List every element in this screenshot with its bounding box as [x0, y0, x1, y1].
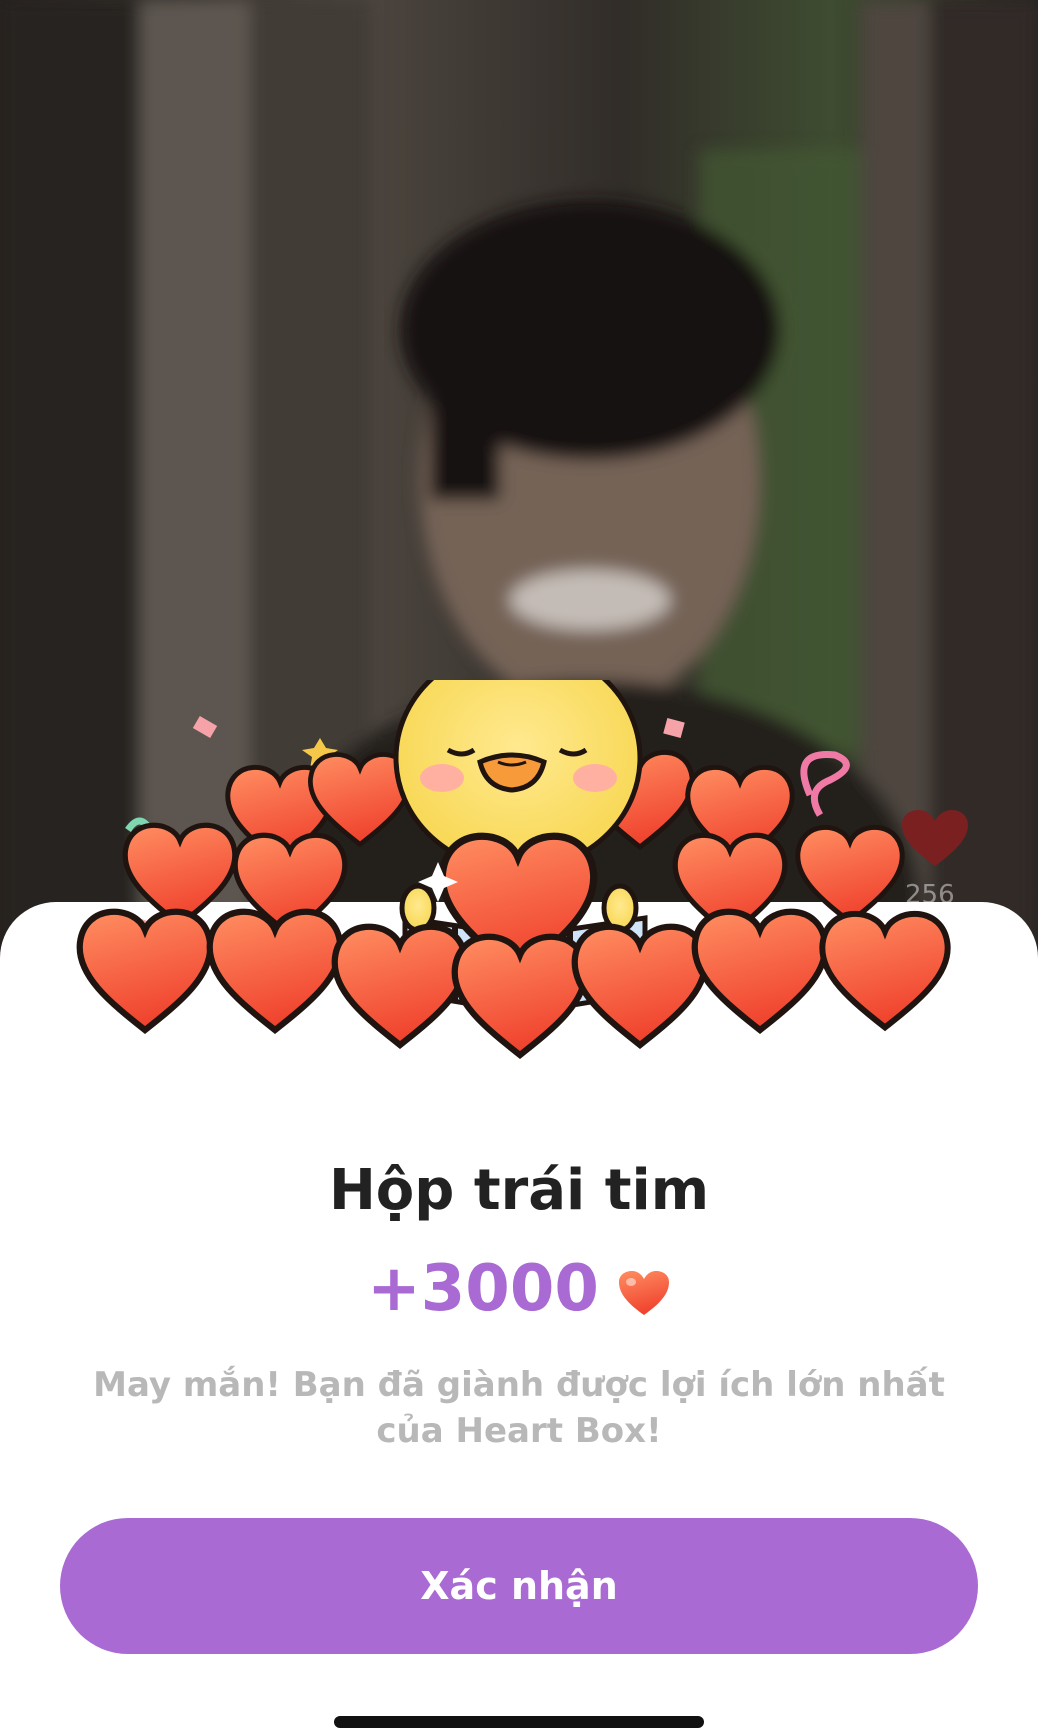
popup-title: Hộp trái tim — [328, 1158, 710, 1223]
reward-amount: +3000 — [367, 1252, 599, 1326]
reward-row: +3000 — [0, 1252, 1038, 1326]
chick-holding-heart-icon — [0, 680, 1038, 1120]
confirm-button[interactable]: Xác nhận — [60, 1518, 978, 1654]
reward-message: May mắn! Bạn đã giành được lợi ích lớn n… — [93, 1365, 945, 1451]
home-indicator[interactable] — [334, 1716, 704, 1728]
heart-icon — [617, 1261, 671, 1317]
